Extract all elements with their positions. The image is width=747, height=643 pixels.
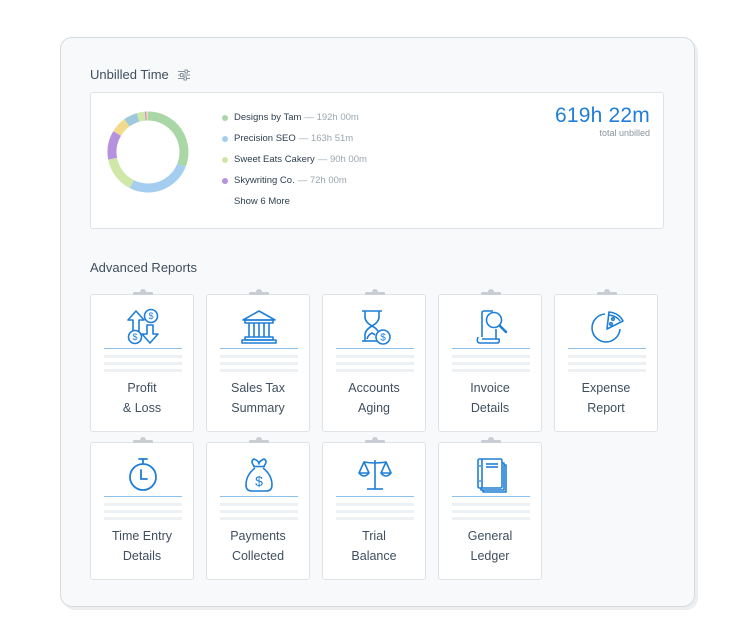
report-label-line1: Profit — [127, 381, 157, 395]
client-name: Skywriting Co. — [234, 175, 295, 186]
stopwatch-icon — [129, 458, 157, 491]
document-magnifier-icon — [476, 310, 508, 344]
svg-text:$: $ — [148, 311, 153, 321]
donut-segment-sweet-eats-cakery[interactable] — [108, 157, 135, 189]
total-unbilled-value: 619h 22m — [554, 104, 650, 127]
report-label-line1: General — [467, 529, 513, 543]
legend-dot — [222, 135, 228, 142]
client-hours: 192h 00m — [316, 112, 359, 123]
legend-dot — [222, 177, 228, 184]
report-label-line1: Payments — [230, 529, 286, 543]
ledger-book-icon — [477, 458, 507, 493]
donut-segment-precision-seo[interactable] — [129, 163, 186, 193]
clipboard-clip-icon — [365, 437, 385, 443]
donut-segment-skywriting-co[interactable] — [107, 131, 122, 160]
report-label-line2: Summary — [231, 401, 285, 415]
report-label-line1: Trial — [362, 529, 386, 543]
profit-loss-icon: $$ — [127, 308, 159, 345]
unbilled-time-title: Unbilled Time — [90, 67, 169, 82]
client-name: Sweet Eats Cakery — [234, 154, 315, 165]
money-bag-icon: $ — [245, 458, 273, 492]
report-card-sales-tax-summary[interactable]: Sales Tax Summary — [206, 289, 310, 432]
report-label-line1: Time Entry — [112, 529, 172, 543]
total-unbilled: 619h 22m total unbilled — [555, 104, 650, 138]
legend-dot — [222, 156, 228, 163]
report-label-line2: Details — [470, 401, 510, 415]
client-hours: 163h 51m — [310, 133, 354, 144]
report-label-line1: Invoice — [470, 381, 510, 395]
report-label-line2: Collected — [231, 549, 285, 563]
report-card-accounts-aging[interactable]: $ Accounts Aging — [322, 289, 426, 432]
clipboard-clip-icon — [597, 289, 617, 295]
report-label-line1: Accounts — [348, 381, 400, 395]
legend-item[interactable]: Skywriting Co. — 72h 00m — [222, 170, 367, 191]
legend-dot — [222, 114, 228, 121]
hourglass-dollar-icon: $ — [362, 310, 391, 345]
unbilled-time-header: Unbilled Time — [90, 67, 191, 82]
report-label-line1: Expense — [581, 381, 631, 395]
bank-building-icon — [241, 310, 277, 344]
report-label-line2: & Loss — [122, 401, 162, 415]
report-label-line1: Sales Tax — [231, 381, 285, 395]
client-name: Precision SEO — [234, 133, 296, 144]
reports-panel: Unbilled Time Designs by Tam — 192h 00m — [60, 37, 695, 607]
pie-chart-icon — [591, 311, 624, 343]
clipboard-clip-icon — [249, 437, 269, 443]
clipboard-clip-icon — [481, 289, 501, 295]
donut-segment-other-3[interactable] — [136, 111, 146, 122]
report-card-profit-loss[interactable]: $ $ Profit & Loss — [90, 289, 194, 432]
client-hours: 72h 00m — [309, 175, 347, 186]
svg-text:$: $ — [255, 473, 263, 489]
scales-icon — [358, 460, 392, 490]
total-unbilled-label: total unbilled — [599, 128, 650, 138]
report-label-line2: Aging — [358, 401, 390, 415]
advanced-reports-header: Advanced Reports — [90, 260, 197, 275]
report-card-expense-report[interactable]: Expense Report — [554, 289, 658, 432]
report-label-line2: Report — [587, 401, 625, 415]
svg-text:$: $ — [380, 333, 386, 344]
clipboard-clip-icon — [249, 289, 269, 295]
report-label-line2: Balance — [351, 549, 397, 563]
filter-sliders-icon[interactable] — [177, 69, 191, 81]
clipboard-clip-icon — [133, 437, 153, 443]
report-card-invoice-details[interactable]: Invoice Details — [438, 289, 542, 432]
report-card-payments-collected[interactable]: $ Payments Collected — [206, 437, 310, 580]
client-legend: Designs by Tam — 192h 00m Precision SEO … — [222, 107, 367, 212]
clipboard-clip-icon — [133, 289, 153, 295]
clipboard-clip-icon — [365, 289, 385, 295]
client-hours: 90h 00m — [329, 154, 367, 165]
unbilled-donut-chart — [107, 111, 189, 193]
legend-item[interactable]: Precision SEO — 163h 51m — [222, 128, 367, 149]
advanced-reports-title: Advanced Reports — [90, 260, 197, 275]
report-card-general-ledger[interactable]: General Ledger — [438, 437, 542, 580]
show-more-link[interactable]: Show 6 More — [234, 191, 367, 212]
legend-item[interactable]: Sweet Eats Cakery — 90h 00m — [222, 149, 367, 170]
svg-text:$: $ — [132, 332, 137, 342]
report-card-trial-balance[interactable]: Trial Balance — [322, 437, 426, 580]
report-card-time-entry-details[interactable]: Time Entry Details — [90, 437, 194, 580]
report-label-line2: Details — [122, 549, 162, 563]
donut-segment-other-2[interactable] — [124, 113, 140, 127]
unbilled-time-card: Designs by Tam — 192h 00m Precision SEO … — [90, 92, 664, 229]
client-name: Designs by Tam — [234, 112, 302, 123]
donut-segment-designs-by-tam[interactable] — [147, 111, 189, 167]
legend-item[interactable]: Designs by Tam — 192h 00m — [222, 107, 367, 128]
donut-segment-other-1[interactable] — [113, 119, 130, 136]
clipboard-clip-icon — [481, 437, 501, 443]
report-label-line2: Ledger — [470, 549, 510, 563]
